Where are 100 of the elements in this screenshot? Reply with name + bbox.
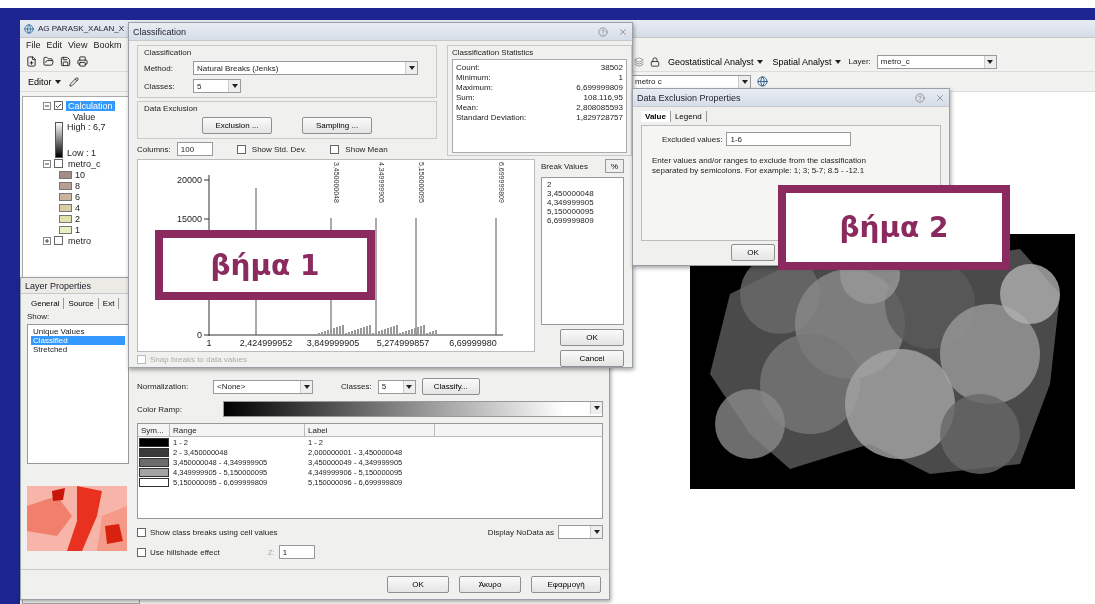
checkbox[interactable]	[137, 527, 146, 537]
nodata-label: Display NoData as	[487, 527, 554, 537]
class-symbol[interactable]	[139, 447, 169, 457]
dialog-button[interactable]: OK	[387, 576, 449, 593]
checkbox[interactable]	[54, 236, 63, 245]
checkbox[interactable]	[54, 159, 63, 168]
checkbox[interactable]	[330, 144, 340, 154]
break-value[interactable]: 6,699999809	[545, 216, 620, 225]
class-symbol[interactable]	[139, 477, 169, 487]
classes-dropdown[interactable]: 5	[377, 379, 416, 394]
target-layer-dropdown[interactable]: metro c	[631, 74, 751, 89]
legend-class-label: 4	[75, 202, 80, 213]
collapse-icon[interactable]	[43, 101, 51, 110]
statistic-value: 1	[617, 73, 623, 82]
dialog-button[interactable]: Εφαρμογή	[531, 576, 601, 593]
globe-icon[interactable]	[757, 76, 768, 87]
expand-icon[interactable]	[43, 236, 51, 245]
column-header[interactable]: Range	[170, 424, 305, 436]
columns-spinner[interactable]: 100	[176, 142, 213, 156]
step-callout: βήμα 1	[155, 230, 375, 300]
help-text: Enter values and/or ranges to exclude from the classification separated by semicolons. For example: 1; 3; 5-7; 8.5 - -12.1	[652, 156, 867, 176]
group-label: Classification Statistics	[452, 48, 535, 57]
classify-button[interactable]: Classify...	[421, 378, 480, 395]
color-ramp-dropdown[interactable]	[223, 401, 603, 417]
color-ramp-label: Color Ramp:	[137, 404, 183, 414]
checkbox-label: Show Std. Dev.	[251, 144, 307, 154]
axis-tick-label: 6,69999980	[449, 338, 497, 348]
app-icon	[24, 23, 34, 34]
z-label: Z:	[267, 547, 275, 557]
checkbox[interactable]	[54, 101, 63, 110]
new-file-icon[interactable]	[26, 56, 37, 67]
normalization-dropdown[interactable]: <None>	[213, 379, 313, 394]
statistic-label: Sum:	[456, 93, 476, 102]
column-header[interactable]: Label	[305, 424, 435, 436]
axis-tick-label: 5,274999857	[376, 338, 430, 348]
menu-item[interactable]: Edit	[46, 40, 63, 50]
classes-dropdown[interactable]: 5	[193, 79, 241, 93]
axis-tick-label: 15000	[176, 214, 202, 224]
spatial-analyst-menu[interactable]: Spatial Analyst	[770, 56, 843, 67]
step-callout: βήμα 2	[778, 185, 1010, 270]
dialog-title: Data Exclusion Properties	[637, 92, 741, 103]
lock-icon[interactable]	[650, 56, 660, 67]
open-folder-icon[interactable]	[43, 56, 54, 67]
legend-low-label: Low : 1	[67, 148, 98, 158]
collapse-icon[interactable]	[43, 159, 51, 168]
save-icon[interactable]	[60, 56, 71, 67]
break-value[interactable]: 5,150000095	[545, 207, 620, 216]
gradient-legend	[55, 122, 63, 158]
checkbox-label: Show class breaks using cell values	[150, 527, 278, 537]
break-value[interactable]: 2	[545, 180, 620, 189]
columns-label: Columns:	[137, 144, 171, 154]
cancel-button[interactable]: Cancel	[560, 350, 624, 367]
legend-class-label: 10	[75, 169, 85, 180]
break-values-label: Break Values	[541, 161, 588, 171]
checkbox[interactable]	[236, 144, 246, 154]
method-dropdown[interactable]: Natural Breaks (Jenks)	[193, 61, 418, 75]
ok-button[interactable]: OK	[560, 329, 624, 346]
menu-item[interactable]: File	[26, 40, 41, 50]
legend-title: Value	[73, 111, 96, 122]
geostatistical-analyst-menu[interactable]: Geostatistical Analyst	[666, 56, 765, 67]
tab[interactable]: Source	[64, 298, 99, 309]
tab[interactable]: Ext	[98, 298, 120, 309]
layer-name[interactable]: metro	[66, 235, 93, 246]
menu-item[interactable]: Bookm	[93, 40, 122, 50]
print-icon[interactable]	[77, 56, 88, 67]
legend-class-label: 6	[75, 191, 80, 202]
class-symbol[interactable]	[139, 437, 169, 447]
method-label: Method:	[144, 63, 174, 73]
class-symbol[interactable]	[139, 467, 169, 477]
legend-class-label: 2	[75, 213, 80, 224]
group-label: Classification	[144, 48, 193, 57]
class-symbol[interactable]	[139, 457, 169, 467]
axis-tick-label: 1	[206, 338, 212, 348]
exclusion-button[interactable]: Exclusion ...	[202, 117, 272, 134]
tab[interactable]: General	[27, 298, 65, 309]
tab[interactable]: Legend	[670, 111, 707, 122]
checkbox[interactable]	[137, 547, 146, 557]
group-label: Data Exclusion	[144, 104, 199, 113]
renderer-item[interactable]: Unique Values	[31, 327, 125, 336]
renderer-item[interactable]: Stretched	[31, 345, 125, 354]
statistic-label: Count:	[456, 63, 481, 72]
legend-high-label: High : 6,7	[67, 122, 106, 132]
column-header[interactable]: Sym...	[138, 424, 170, 436]
layer-name[interactable]: metro_c	[66, 158, 103, 169]
editor-menu[interactable]: Editor	[26, 76, 63, 87]
sampling-button[interactable]: Sampling ...	[302, 117, 372, 134]
percent-button[interactable]: %	[604, 159, 624, 173]
layers-icon[interactable]	[634, 56, 644, 67]
layer-dropdown[interactable]: metro_c	[876, 54, 997, 69]
excluded-values-field[interactable]: 1-6	[726, 132, 852, 146]
z-factor-field[interactable]: 1	[278, 545, 315, 559]
nodata-color-dropdown[interactable]	[558, 525, 603, 539]
ok-button[interactable]: OK	[731, 244, 775, 261]
tab[interactable]: Value	[641, 111, 671, 122]
menu-item[interactable]: View	[68, 40, 88, 50]
pencil-icon[interactable]	[68, 76, 79, 87]
dialog-button[interactable]: Άκυρο	[459, 576, 521, 593]
break-value[interactable]: 3,450000048	[545, 189, 620, 198]
break-value[interactable]: 4,349999905	[545, 198, 620, 207]
dialog-title: Layer Properties	[25, 280, 92, 291]
